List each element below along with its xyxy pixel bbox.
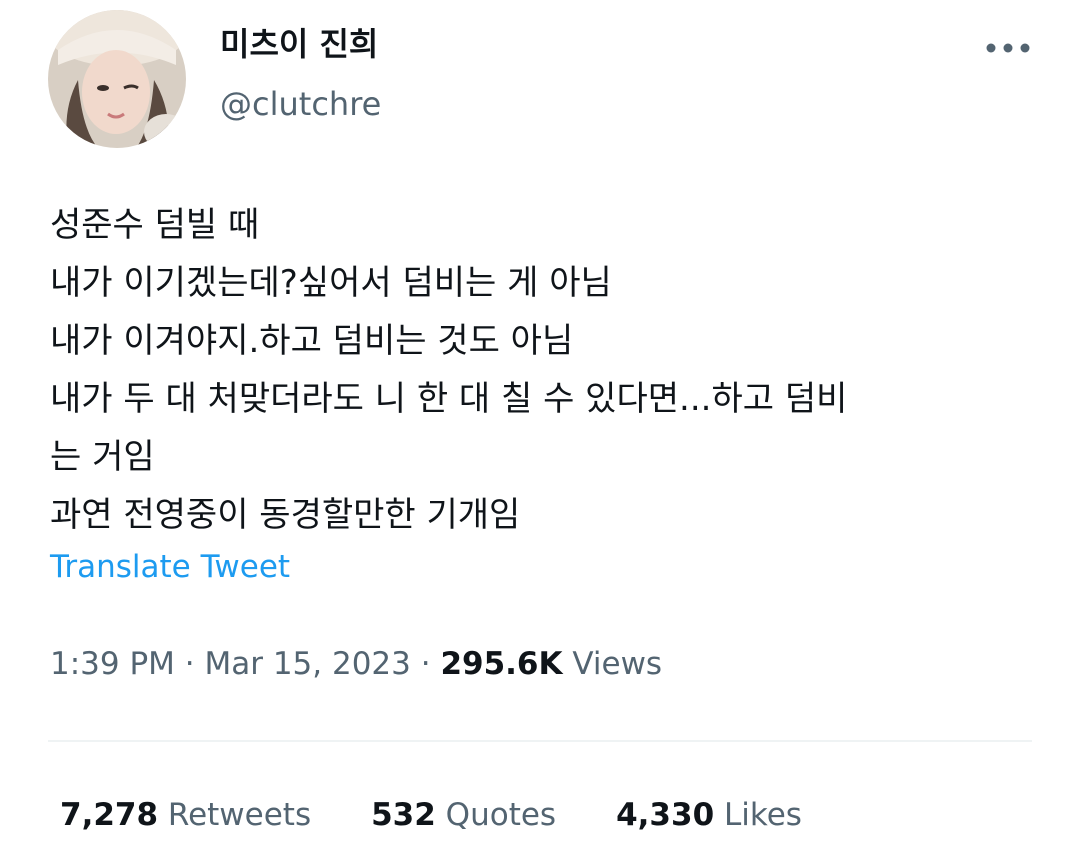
retweets-label: Retweets (158, 797, 312, 833)
tweet-line: 내가 이겨야지.하고 덤비는 것도 아님 (50, 321, 574, 361)
tweet-line: 과연 전영중이 동경할만한 기개임 (50, 495, 521, 535)
likes-label: Likes (714, 797, 802, 833)
retweets-stat[interactable]: 7,278 Retweets (60, 793, 311, 837)
more-horizontal-icon (986, 43, 1030, 53)
engagement-stats: 7,278 Retweets 532 Quotes 4,330 Likes (60, 793, 802, 837)
tweet-line: 는 거임 (50, 437, 155, 477)
avatar[interactable] (48, 10, 186, 148)
handle[interactable]: @clutchre (220, 82, 381, 126)
display-name[interactable]: 미츠이 진희 (220, 22, 378, 66)
views-label: Views (562, 646, 663, 682)
translate-tweet-link[interactable]: Translate Tweet (50, 545, 290, 589)
tweet-line: 내가 이기겠는데?싶어서 덤비는 게 아님 (50, 263, 612, 303)
tweet-text: 성준수 덤빌 때 내가 이기겠는데?싶어서 덤비는 게 아님 내가 이겨야지.하… (50, 196, 1040, 544)
tweet-time[interactable]: 1:39 PM (50, 646, 175, 682)
quotes-label: Quotes (435, 797, 557, 833)
avatar-image (48, 10, 186, 148)
meta-separator: · (410, 646, 441, 682)
retweets-count: 7,278 (60, 797, 159, 833)
tweet-line: 내가 두 대 처맞더라도 니 한 대 칠 수 있다면...하고 덤비 (50, 379, 848, 419)
divider (48, 740, 1032, 742)
tweet-date[interactable]: Mar 15, 2023 (204, 646, 410, 682)
likes-stat[interactable]: 4,330 Likes (616, 793, 802, 837)
meta-separator: · (174, 646, 205, 682)
quotes-stat[interactable]: 532 Quotes (371, 793, 556, 837)
tweet-meta: 1:39 PM · Mar 15, 2023 · 295.6K Views (50, 642, 662, 686)
more-button[interactable] (976, 28, 1040, 68)
views-count: 295.6K (440, 646, 563, 682)
likes-count: 4,330 (616, 797, 715, 833)
quotes-count: 532 (371, 797, 436, 833)
tweet-line: 성준수 덤빌 때 (50, 205, 260, 245)
